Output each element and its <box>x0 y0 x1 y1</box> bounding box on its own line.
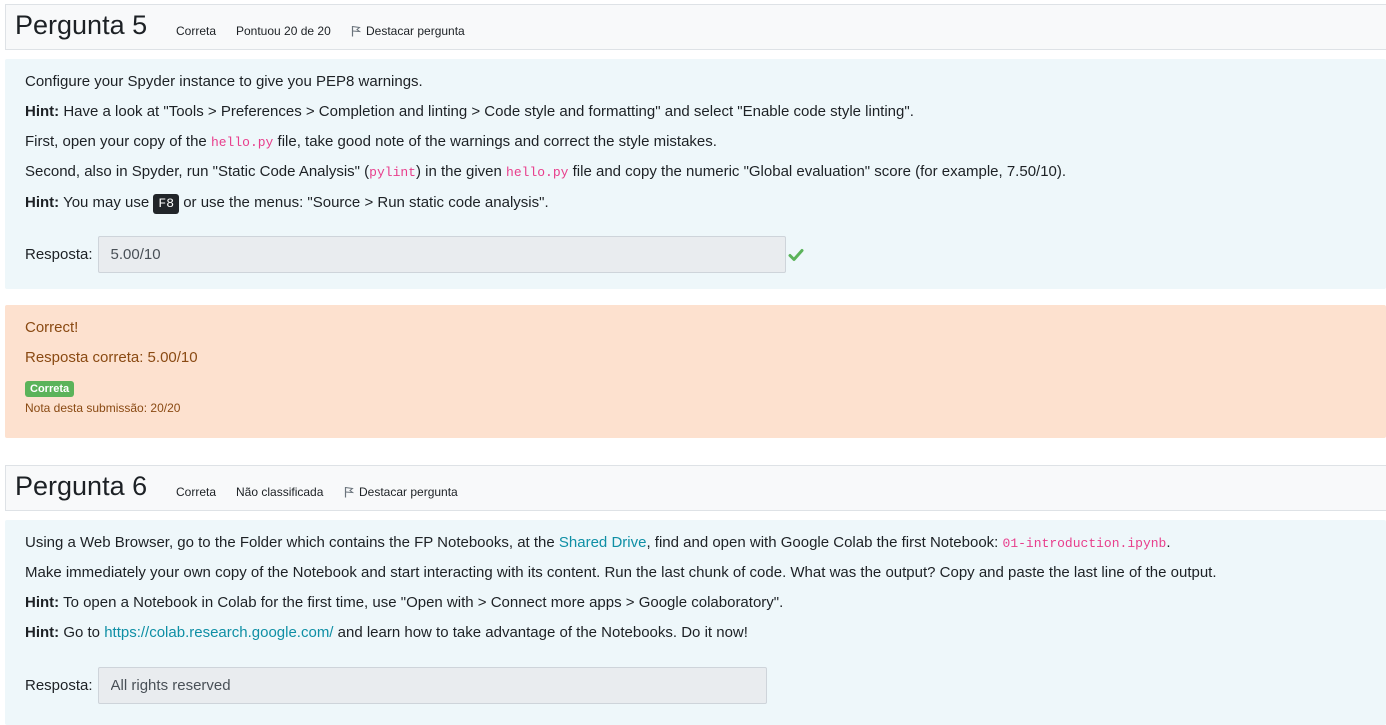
flag-question-6-label: Destacar pergunta <box>359 485 458 499</box>
question-5-intro: Configure your Spyder instance to give y… <box>25 73 423 90</box>
pylint-code: pylint <box>369 165 416 180</box>
question-5-title: Pergunta 5 <box>15 10 148 40</box>
shared-drive-link[interactable]: Shared Drive <box>559 534 647 551</box>
feedback-correct: Correct! <box>25 319 79 336</box>
question-5-second-step: Second, also in Spyder, run "Static Code… <box>25 163 1067 180</box>
check-icon <box>788 248 804 261</box>
question-5-answer-input[interactable] <box>97 236 786 273</box>
question-5-feedback: Correct! Resposta correta: 5.00/10 Corre… <box>5 305 1386 438</box>
question-5-first-step: First, open your copy of the hello.py fi… <box>25 133 717 150</box>
question-5-hint-2: Hint: You may use F8 or use the menus: "… <box>25 192 549 214</box>
hint-label: Hint: <box>25 194 60 211</box>
question-6-hint-1: Hint: To open a Notebook in Colab for th… <box>25 594 784 611</box>
question-6-score: Não classificada <box>236 485 324 499</box>
hello-py-code: hello.py <box>210 135 274 150</box>
flag-question-5-label: Destacar pergunta <box>366 24 465 38</box>
question-6-header: Pergunta 6 Correta Não classificada Dest… <box>5 465 1386 511</box>
question-5-hint-1: Hint: Have a look at "Tools > Preference… <box>25 103 914 120</box>
flag-icon <box>351 26 361 37</box>
question-6-status: Correta <box>176 485 217 499</box>
question-6-paragraph-2: Make immediately your own copy of the No… <box>25 564 1217 581</box>
answer-label: Resposta: <box>25 677 93 694</box>
submission-grade: Nota desta submissão: 20/20 <box>25 401 181 415</box>
question-6-hint-2: Hint: Go to https://colab.research.googl… <box>25 624 748 641</box>
question-6-content: Using a Web Browser, go to the Folder wh… <box>5 520 1386 725</box>
feedback-right-answer: Resposta correta: 5.00/10 <box>25 349 198 366</box>
question-6-paragraph-1: Using a Web Browser, go to the Folder wh… <box>25 534 1171 551</box>
hint-label: Hint: <box>25 594 60 611</box>
question-6-answer-row: Resposta: <box>25 667 767 704</box>
flag-question-5-link[interactable]: Destacar pergunta <box>351 24 465 38</box>
question-5-answer-row: Resposta: <box>25 236 804 273</box>
hello-py-code: hello.py <box>506 165 569 180</box>
question-5-score: Pontuou 20 de 20 <box>236 24 331 38</box>
flag-question-6-link[interactable]: Destacar pergunta <box>344 485 458 499</box>
f8-key: F8 <box>153 194 180 214</box>
notebook-filename-code: 01-introduction.ipynb <box>1002 536 1167 551</box>
answer-label: Resposta: <box>25 246 93 263</box>
hint-label: Hint: <box>25 624 60 641</box>
colab-link[interactable]: https://colab.research.google.com/ <box>104 624 333 641</box>
question-6-answer-input[interactable] <box>97 667 767 704</box>
question-5-content: Configure your Spyder instance to give y… <box>5 59 1386 289</box>
question-6-title: Pergunta 6 <box>15 471 148 501</box>
correct-badge: Correta <box>25 381 75 397</box>
question-5-header: Pergunta 5 Correta Pontuou 20 de 20 Dest… <box>5 4 1386 50</box>
question-5-status: Correta <box>176 24 217 38</box>
hint-label: Hint: <box>25 103 60 120</box>
flag-icon <box>344 487 354 498</box>
